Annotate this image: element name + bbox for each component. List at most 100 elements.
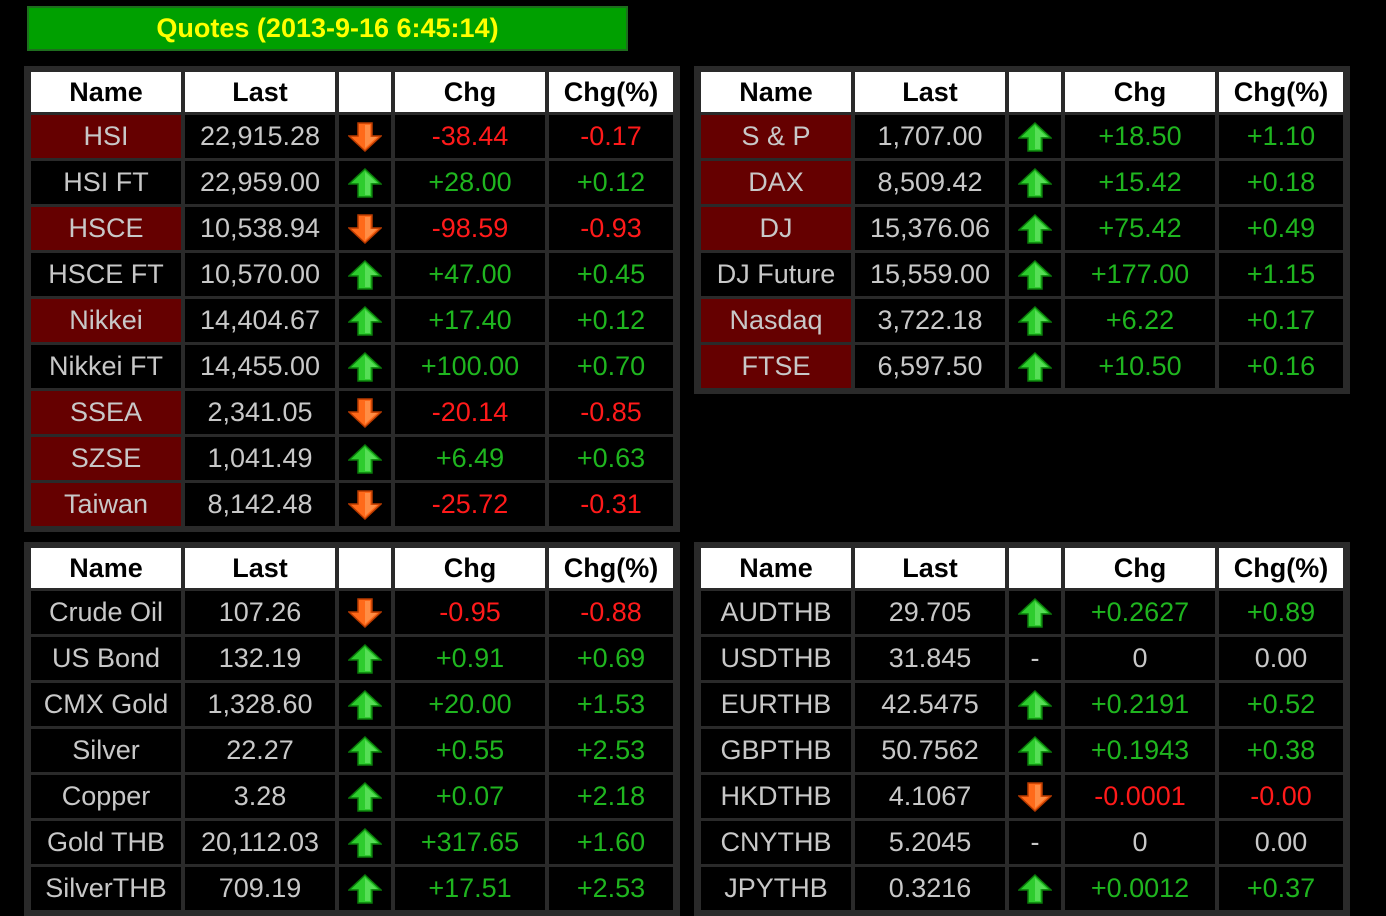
quote-name: CMX Gold <box>31 683 181 726</box>
quote-change: 0 <box>1065 821 1215 864</box>
header-row: Name Last Chg Chg(%) <box>31 72 673 112</box>
table-row[interactable]: DJ 15,376.06 +75.42 +0.49 <box>701 207 1343 250</box>
quote-name: Nikkei FT <box>31 345 181 388</box>
table-row[interactable]: HSI 22,915.28 -38.44 -0.17 <box>31 115 673 158</box>
table-row[interactable]: HKDTHB 4.1067 -0.0001 -0.00 <box>701 775 1343 818</box>
table-row[interactable]: Copper 3.28 +0.07 +2.18 <box>31 775 673 818</box>
quote-change-percent: +1.15 <box>1219 253 1343 296</box>
table-row[interactable]: CNYTHB 5.2045-0 0.00 <box>701 821 1343 864</box>
table-row[interactable]: FTSE 6,597.50 +10.50 +0.16 <box>701 345 1343 388</box>
table-row[interactable]: S & P 1,707.00 +18.50 +1.10 <box>701 115 1343 158</box>
quote-change-percent: +0.89 <box>1219 591 1343 634</box>
quote-last: 29.705 <box>855 591 1005 634</box>
chg-header: Chg <box>1065 548 1215 588</box>
name-header: Name <box>31 72 181 112</box>
table-row[interactable]: SSEA 2,341.05 -20.14 -0.85 <box>31 391 673 434</box>
table-row[interactable]: Crude Oil 107.26 -0.95 -0.88 <box>31 591 673 634</box>
table-row[interactable]: JPYTHB 0.3216 +0.0012 +0.37 <box>701 867 1343 910</box>
table-row[interactable]: SilverTHB 709.19 +17.51 +2.53 <box>31 867 673 910</box>
quote-name: Silver <box>31 729 181 772</box>
quote-last: 1,707.00 <box>855 115 1005 158</box>
down-arrow-icon <box>339 115 391 158</box>
table-row[interactable]: Nikkei FT 14,455.00 +100.00 +0.70 <box>31 345 673 388</box>
up-arrow-icon <box>1009 729 1061 772</box>
quote-change-percent: +0.69 <box>549 637 673 680</box>
trend-header <box>1009 72 1061 112</box>
quote-change-percent: +0.37 <box>1219 867 1343 910</box>
table-row[interactable]: HSCE 10,538.94 -98.59 -0.93 <box>31 207 673 250</box>
down-arrow-icon <box>339 207 391 250</box>
table-row[interactable]: Silver 22.27 +0.55 +2.53 <box>31 729 673 772</box>
quote-last: 8,509.42 <box>855 161 1005 204</box>
commodities-panel: Name Last Chg Chg(%) Crude Oil 107.26 -0.95 -0.… <box>24 542 680 916</box>
pct-header: Chg(%) <box>1219 72 1343 112</box>
quote-change: -38.44 <box>395 115 545 158</box>
quote-change: -0.95 <box>395 591 545 634</box>
quote-name: DAX <box>701 161 851 204</box>
header-row: Name Last Chg Chg(%) <box>701 72 1343 112</box>
quote-change-percent: +0.63 <box>549 437 673 480</box>
quote-change: +0.2627 <box>1065 591 1215 634</box>
up-arrow-icon <box>339 775 391 818</box>
quote-change-percent: -0.31 <box>549 483 673 526</box>
up-arrow-icon <box>1009 207 1061 250</box>
up-arrow-icon <box>339 161 391 204</box>
up-arrow-icon <box>339 253 391 296</box>
header-row: Name Last Chg Chg(%) <box>701 548 1343 588</box>
table-row[interactable]: Gold THB 20,112.03 +317.65 +1.60 <box>31 821 673 864</box>
table-row[interactable]: DAX 8,509.42 +15.42 +0.18 <box>701 161 1343 204</box>
quote-name: FTSE <box>701 345 851 388</box>
quote-last: 1,041.49 <box>185 437 335 480</box>
table-row[interactable]: SZSE 1,041.49 +6.49 +0.63 <box>31 437 673 480</box>
down-arrow-icon <box>339 391 391 434</box>
table-row[interactable]: Taiwan 8,142.48 -25.72 -0.31 <box>31 483 673 526</box>
quote-change-percent: +0.17 <box>1219 299 1343 342</box>
commodities-table: Name Last Chg Chg(%) Crude Oil 107.26 -0.95 -0.… <box>27 545 677 913</box>
table-row[interactable]: DJ Future 15,559.00 +177.00 +1.15 <box>701 253 1343 296</box>
table-row[interactable]: CMX Gold 1,328.60 +20.00 +1.53 <box>31 683 673 726</box>
quote-name: EURTHB <box>701 683 851 726</box>
table-row[interactable]: AUDTHB 29.705 +0.2627 +0.89 <box>701 591 1343 634</box>
quote-last: 22,959.00 <box>185 161 335 204</box>
quote-change-percent: -0.93 <box>549 207 673 250</box>
up-arrow-icon <box>339 867 391 910</box>
quote-change-percent: +0.16 <box>1219 345 1343 388</box>
quote-name: Gold THB <box>31 821 181 864</box>
quote-change-percent: +0.12 <box>549 299 673 342</box>
pct-header: Chg(%) <box>1219 548 1343 588</box>
last-header: Last <box>855 548 1005 588</box>
quote-change-percent: -0.88 <box>549 591 673 634</box>
quote-last: 14,455.00 <box>185 345 335 388</box>
pct-header: Chg(%) <box>549 548 673 588</box>
quote-last: 22,915.28 <box>185 115 335 158</box>
down-arrow-icon <box>339 591 391 634</box>
table-row[interactable]: Nasdaq 3,722.18 +6.22 +0.17 <box>701 299 1343 342</box>
quote-change: +47.00 <box>395 253 545 296</box>
trend-header <box>339 72 391 112</box>
table-row[interactable]: US Bond 132.19 +0.91 +0.69 <box>31 637 673 680</box>
table-row[interactable]: EURTHB 42.5475 +0.2191 +0.52 <box>701 683 1343 726</box>
quote-change: +18.50 <box>1065 115 1215 158</box>
quote-last: 8,142.48 <box>185 483 335 526</box>
quote-name: DJ <box>701 207 851 250</box>
quote-change: +6.22 <box>1065 299 1215 342</box>
quote-change: +28.00 <box>395 161 545 204</box>
table-row[interactable]: HSI FT 22,959.00 +28.00 +0.12 <box>31 161 673 204</box>
quote-change-percent: +2.53 <box>549 867 673 910</box>
quote-change-percent: +0.49 <box>1219 207 1343 250</box>
table-row[interactable]: USDTHB 31.845-0 0.00 <box>701 637 1343 680</box>
table-row[interactable]: GBPTHB 50.7562 +0.1943 +0.38 <box>701 729 1343 772</box>
table-row[interactable]: HSCE FT 10,570.00 +47.00 +0.45 <box>31 253 673 296</box>
table-row[interactable]: Nikkei 14,404.67 +17.40 +0.12 <box>31 299 673 342</box>
quote-name: Crude Oil <box>31 591 181 634</box>
quote-change: +0.1943 <box>1065 729 1215 772</box>
quote-change: +0.91 <box>395 637 545 680</box>
quote-change: +17.51 <box>395 867 545 910</box>
quote-change: +0.0012 <box>1065 867 1215 910</box>
quote-change: +0.2191 <box>1065 683 1215 726</box>
west-indices-table: Name Last Chg Chg(%) S & P 1,707.00 +18.50 +1.1… <box>697 69 1347 391</box>
quote-change-percent: +1.10 <box>1219 115 1343 158</box>
page-title: Quotes (2013-9-16 6:45:14) <box>27 6 628 51</box>
no-change-icon: - <box>1030 643 1040 673</box>
quote-change-percent: +2.18 <box>549 775 673 818</box>
